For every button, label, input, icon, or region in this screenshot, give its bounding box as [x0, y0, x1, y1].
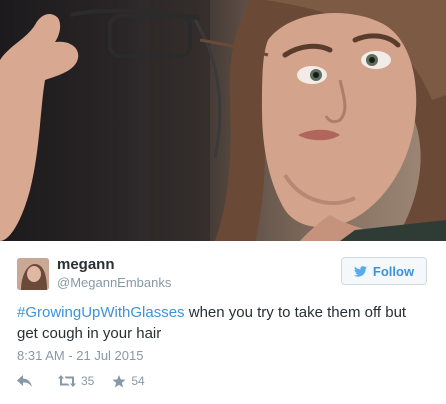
tweet-actions: 35 54 [17, 372, 145, 390]
reply-icon [17, 375, 32, 387]
retweet-count: 35 [81, 374, 95, 388]
favorite-button[interactable]: 54 [112, 374, 145, 388]
tweet-photo [0, 0, 446, 241]
tweet-text: #GrowingUpWithGlasses when you try to ta… [17, 302, 427, 344]
twitter-bird-icon [353, 265, 367, 277]
favorite-star-icon [112, 374, 126, 387]
tweet-timestamp[interactable]: 8:31 AM - 21 Jul 2015 [17, 348, 143, 363]
reply-button[interactable] [17, 375, 32, 387]
user-display-name[interactable]: megann [57, 256, 115, 273]
follow-button-label: Follow [372, 263, 415, 279]
retweet-button[interactable]: 35 [58, 374, 94, 388]
user-avatar[interactable] [17, 258, 49, 290]
retweet-icon [58, 375, 76, 387]
user-handle[interactable]: @MegannEmbanks [57, 275, 171, 290]
favorite-count: 54 [131, 374, 145, 388]
hashtag-link[interactable]: #GrowingUpWithGlasses [17, 304, 185, 321]
follow-button[interactable]: Follow [341, 257, 427, 285]
